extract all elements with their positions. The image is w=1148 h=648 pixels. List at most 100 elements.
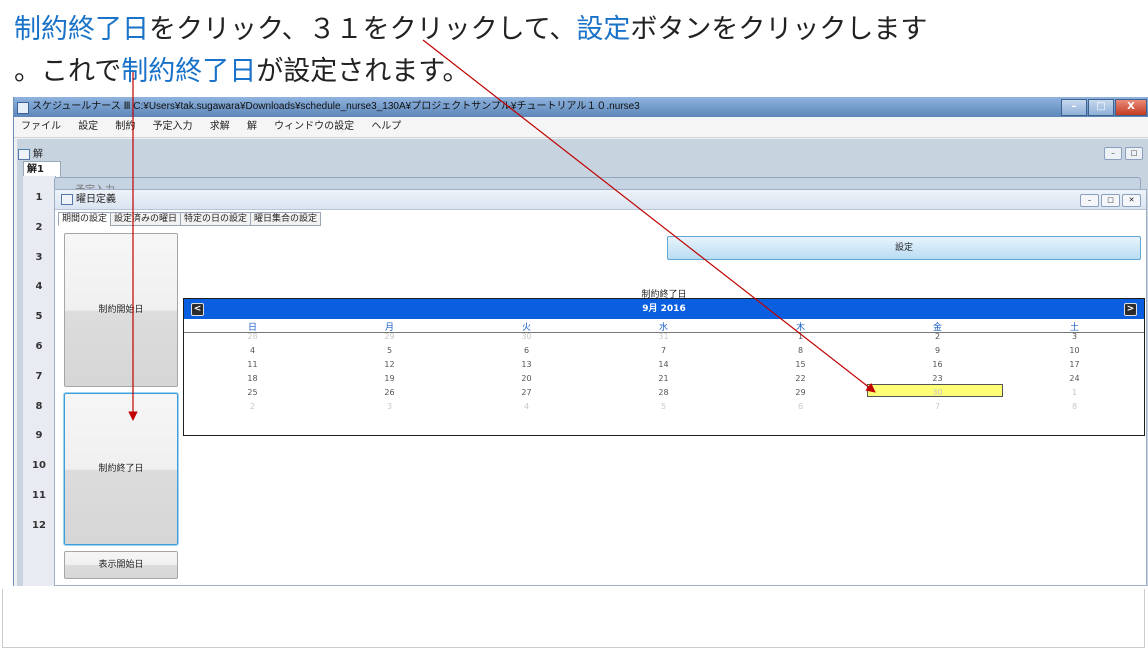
menu-constraints[interactable]: 制約 <box>108 117 142 137</box>
constraint-end-date-button[interactable]: 制約終了日 <box>64 393 178 545</box>
calendar-day[interactable]: 17 <box>1006 360 1143 369</box>
menu-help[interactable]: ヘルプ <box>364 117 408 137</box>
slide-frame <box>2 589 1145 648</box>
calendar-day[interactable]: 13 <box>458 360 595 369</box>
row-number: 10 <box>32 460 46 472</box>
calendar-day[interactable]: 7 <box>869 402 1006 411</box>
calendar-day[interactable]: 9 <box>869 346 1006 355</box>
calendar-day[interactable]: 11 <box>184 360 321 369</box>
tab-period-settings[interactable]: 期間の設定 <box>58 212 112 226</box>
calendar-day[interactable]: 6 <box>732 402 869 411</box>
menu-file[interactable]: ファイル <box>14 117 68 137</box>
calendar-day[interactable]: 27 <box>458 388 595 397</box>
dialog-title-bar: 曜日定義 <box>55 190 1146 210</box>
maximize-button[interactable]: □ <box>1088 99 1114 116</box>
row-number: 9 <box>35 430 43 442</box>
solution-restore-button[interactable]: □ <box>1125 147 1143 160</box>
row-number: 11 <box>32 490 46 501</box>
calendar-header: < 9月 2016 > <box>184 299 1144 319</box>
calendar-day[interactable]: 3 <box>321 402 458 411</box>
solution-title-text: 解 <box>33 149 43 160</box>
instruction-segment: が設定されます。 <box>256 56 470 87</box>
instruction-segment: をクリック、３１をクリックして、 <box>149 14 577 45</box>
calendar-day[interactable]: 25 <box>184 388 321 397</box>
solution-minimize-button[interactable]: – <box>1104 147 1122 160</box>
instruction-line-2: 。これで制約終了日が設定されます。 <box>14 56 470 88</box>
calendar-day[interactable]: 5 <box>595 402 732 411</box>
menu-schedule-input[interactable]: 予定入力 <box>146 117 200 137</box>
calendar-day[interactable]: 4 <box>458 402 595 411</box>
calendar-day[interactable]: 2 <box>184 402 321 411</box>
calendar-day[interactable]: 3 <box>1006 332 1143 341</box>
calendar-day[interactable]: 10 <box>1006 346 1143 355</box>
calendar-day[interactable]: 1 <box>732 332 869 341</box>
instruction-line-1: 制約終了日をクリック、３１をクリックして、設定ボタンをクリックします <box>14 14 927 46</box>
row-number: 1 <box>35 192 43 203</box>
calendar-day[interactable]: 23 <box>869 374 1006 383</box>
weekday-definition-dialog: 曜日定義 – □ ✕ 期間の設定 設定済みの曜日 特定の日の設定 曜日集合の設定… <box>54 189 1147 586</box>
menu-solution[interactable]: 解 <box>240 117 264 137</box>
calendar-day[interactable]: 14 <box>595 360 732 369</box>
calendar-day[interactable]: 29 <box>321 332 458 341</box>
row-number: 2 <box>35 221 43 233</box>
calendar-day[interactable]: 30 <box>869 388 1006 397</box>
close-button[interactable]: X <box>1115 99 1147 116</box>
instruction-segment: ボタンをクリックします <box>630 14 928 45</box>
calendar-day[interactable]: 30 <box>458 332 595 341</box>
instruction-segment: 制約終了日 <box>121 56 257 87</box>
tab-configured-weekdays[interactable]: 設定済みの曜日 <box>110 212 182 226</box>
window-icon <box>18 148 30 160</box>
dialog-maximize-button[interactable]: □ <box>1101 194 1120 207</box>
constraint-start-date-button[interactable]: 制約開始日 <box>64 233 178 387</box>
calendar-day[interactable]: 8 <box>1006 402 1143 411</box>
tab-specific-day-settings[interactable]: 特定の日の設定 <box>180 212 252 226</box>
calendar-day[interactable]: 24 <box>1006 374 1143 383</box>
calendar-day[interactable]: 12 <box>321 360 458 369</box>
tab-weekday-set-settings[interactable]: 曜日集合の設定 <box>250 212 322 226</box>
row-number: 6 <box>35 341 43 352</box>
tab-solution-1[interactable]: 解1 <box>23 161 61 177</box>
calendar: < 9月 2016 > 日月火水木金土 28 29 30 31 1 2 3 4 5 6 7 8 9 10 1… <box>183 298 1145 436</box>
calendar-day[interactable]: 2 <box>869 332 1006 341</box>
calendar-day[interactable]: 5 <box>321 346 458 355</box>
calendar-day[interactable]: 28 <box>595 388 732 397</box>
calendar-month: 9月 2016 <box>642 304 686 314</box>
calendar-day[interactable]: 18 <box>184 374 321 383</box>
calendar-day[interactable]: 6 <box>458 346 595 355</box>
row-number: 4 <box>35 281 43 293</box>
row-number: 12 <box>32 519 46 531</box>
menu-window-settings[interactable]: ウィンドウの設定 <box>267 117 361 137</box>
dialog-title: 曜日定義 <box>76 194 116 205</box>
calendar-day[interactable]: 8 <box>732 346 869 355</box>
calendar-day[interactable]: 7 <box>595 346 732 355</box>
calendar-day[interactable]: 26 <box>321 388 458 397</box>
calendar-day[interactable]: 19 <box>321 374 458 383</box>
calendar-day[interactable]: 31 <box>595 332 732 341</box>
calendar-day[interactable]: 22 <box>732 374 869 383</box>
menu-settings[interactable]: 設定 <box>71 117 105 137</box>
dialog-icon <box>61 193 73 205</box>
row-number: 5 <box>35 311 43 323</box>
prev-month-button[interactable]: < <box>191 303 204 316</box>
menu-solve[interactable]: 求解 <box>203 117 237 137</box>
instruction-segment: 制約終了日 <box>14 14 149 45</box>
dialog-close-button[interactable]: ✕ <box>1122 194 1141 207</box>
minimize-button[interactable]: – <box>1061 99 1087 116</box>
calendar-day[interactable]: 21 <box>595 374 732 383</box>
calendar-day[interactable]: 1 <box>1006 388 1143 397</box>
calendar-day[interactable]: 29 <box>732 388 869 397</box>
calendar-day[interactable]: 16 <box>869 360 1006 369</box>
app-icon <box>17 102 29 114</box>
title-bar: スケジュールナース Ⅲ C:¥Users¥tak.sugawara¥Downlo… <box>14 97 1148 117</box>
calendar-day[interactable]: 20 <box>458 374 595 383</box>
calendar-day[interactable]: 15 <box>732 360 869 369</box>
calendar-day[interactable]: 4 <box>184 346 321 355</box>
row-number: 3 <box>35 251 43 263</box>
dialog-minimize-button[interactable]: – <box>1080 194 1099 207</box>
calendar-day[interactable]: 28 <box>184 332 321 341</box>
app-window: スケジュールナース Ⅲ C:¥Users¥tak.sugawara¥Downlo… <box>13 97 1148 586</box>
next-month-button[interactable]: > <box>1124 303 1137 316</box>
set-button[interactable]: 設定 <box>667 236 1141 260</box>
solution-window-title: 解 <box>18 145 43 160</box>
display-start-date-button[interactable]: 表示開始日 <box>64 551 178 579</box>
